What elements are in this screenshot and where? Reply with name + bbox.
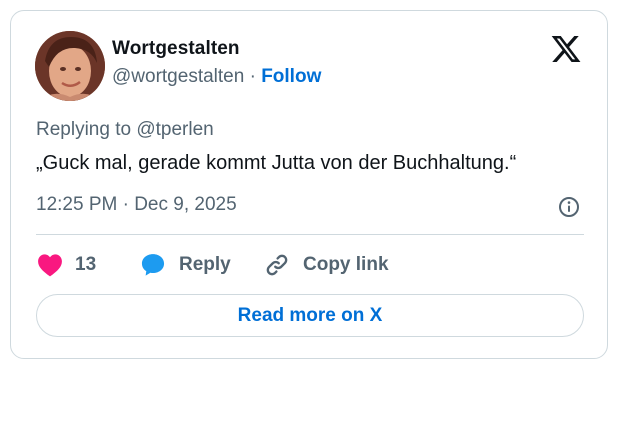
tweet-timestamp[interactable]: 12:25 PM · Dec 9, 2025	[36, 194, 237, 216]
replying-to-line: Replying to @tperlen	[36, 119, 214, 141]
replying-mention[interactable]: @tperlen	[136, 119, 213, 140]
divider	[36, 234, 584, 235]
avatar[interactable]	[35, 31, 105, 101]
info-icon[interactable]	[557, 195, 581, 219]
link-icon	[266, 254, 288, 276]
handle-separator: ·	[249, 66, 256, 87]
author-display-name[interactable]: Wortgestalten	[112, 38, 240, 60]
like-button[interactable]: 13	[37, 250, 96, 280]
heart-icon	[38, 254, 62, 277]
replying-prefix: Replying to	[36, 119, 132, 140]
author-handle-row: @wortgestalten · Follow	[112, 66, 321, 88]
speech-bubble-icon	[141, 254, 165, 276]
read-more-button[interactable]: Read more on X	[36, 294, 584, 337]
reply-button[interactable]: Reply	[139, 250, 231, 280]
author-handle[interactable]: @wortgestalten	[112, 66, 244, 87]
tweet-text: „Guck mal, gerade kommt Jutta von der Bu…	[36, 152, 517, 174]
tweet-card: Wortgestalten @wortgestalten · Follow Re…	[10, 10, 608, 359]
copy-link-button[interactable]: Copy link	[263, 250, 389, 280]
x-logo-icon[interactable]	[549, 33, 583, 65]
follow-link[interactable]: Follow	[261, 66, 321, 87]
reply-label: Reply	[179, 254, 231, 275]
copy-link-label: Copy link	[303, 254, 389, 275]
like-count: 13	[75, 254, 97, 275]
avatar-photo	[35, 31, 105, 101]
